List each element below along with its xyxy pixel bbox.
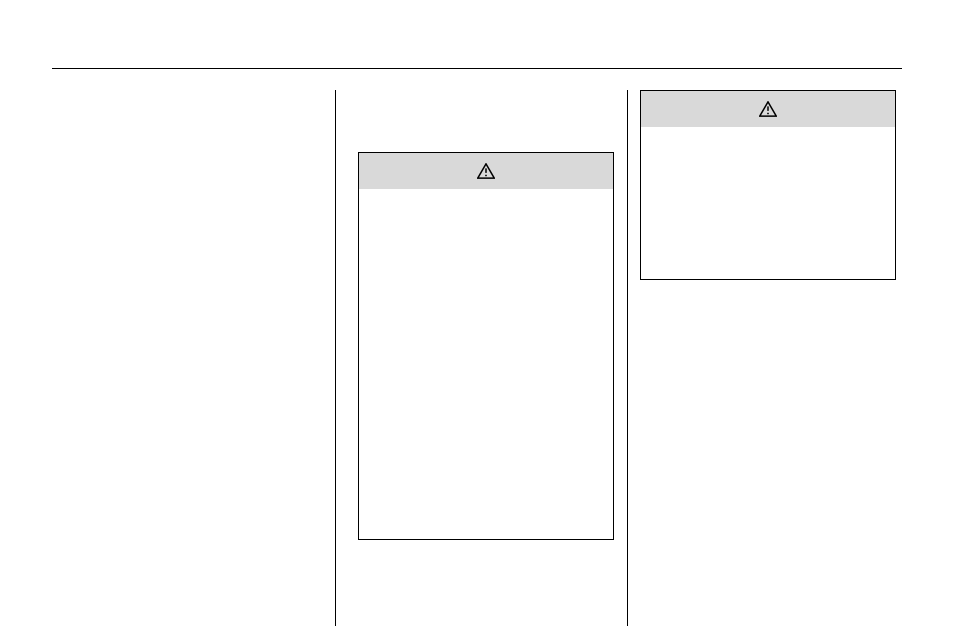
- warning-icon: [759, 101, 777, 117]
- callout-body: [641, 127, 895, 279]
- callout-box: [358, 152, 614, 540]
- horizontal-rule: [52, 68, 902, 69]
- column-2: [336, 90, 627, 626]
- column-1: [52, 90, 335, 626]
- callout-body: [359, 189, 613, 539]
- callout-header: [641, 91, 895, 127]
- callout-header: [359, 153, 613, 189]
- three-column-layout: [52, 90, 902, 626]
- warning-icon: [477, 163, 495, 179]
- callout-box: [640, 90, 896, 280]
- column-3: [628, 90, 902, 626]
